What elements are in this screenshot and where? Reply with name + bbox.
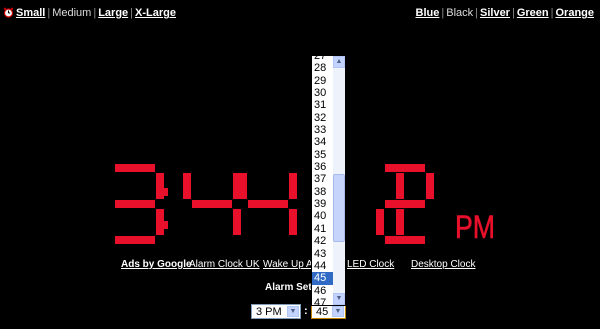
minute-option[interactable]: 29 bbox=[312, 75, 334, 87]
minute-option[interactable]: 37 bbox=[312, 173, 334, 185]
minute-option[interactable]: 33 bbox=[312, 124, 334, 136]
chevron-down-icon[interactable]: ▼ bbox=[332, 306, 344, 317]
colon-dot bbox=[160, 188, 168, 196]
scroll-thumb[interactable] bbox=[333, 174, 345, 242]
minute-option[interactable]: 44 bbox=[312, 260, 334, 272]
minute-option[interactable]: 45 bbox=[312, 272, 334, 285]
am-pm-indicator: PM bbox=[455, 209, 495, 245]
minute-option[interactable]: 40 bbox=[312, 210, 334, 222]
wake-up-link[interactable]: Wake Up Al bbox=[263, 259, 315, 270]
clock-digits bbox=[115, 164, 434, 244]
scroll-up-icon[interactable]: ▲ bbox=[333, 56, 345, 68]
minute-option[interactable]: 41 bbox=[312, 223, 334, 235]
minute-option[interactable]: 32 bbox=[312, 112, 334, 124]
desktop-clock-link[interactable]: Desktop Clock bbox=[411, 259, 475, 270]
minute-option[interactable]: 30 bbox=[312, 87, 334, 99]
alarm-clock-uk-link[interactable]: Alarm Clock UK bbox=[189, 259, 260, 270]
alarm-minute-value: 45 bbox=[316, 306, 329, 318]
minute-option[interactable]: 46 bbox=[312, 285, 334, 297]
led-clock-display: PM bbox=[115, 164, 495, 245]
minute-option[interactable]: 42 bbox=[312, 235, 334, 247]
alarm-hour-value: 3 PM bbox=[256, 306, 282, 318]
minute-option[interactable]: 43 bbox=[312, 248, 334, 260]
alarm-minute-select[interactable]: 45 ▼ bbox=[311, 304, 346, 319]
ads-by-google-label: Ads by Google bbox=[121, 259, 192, 270]
led-clock-link[interactable]: LED Clock bbox=[347, 259, 394, 270]
scroll-down-icon[interactable]: ▼ bbox=[333, 293, 345, 305]
chevron-down-icon[interactable]: ▼ bbox=[287, 306, 299, 317]
minute-options: 27 28 29 30 31 32 33 34 35 36 37 38 39 40 41 42 43 44 45 46… bbox=[312, 56, 334, 305]
alarm-hour-select[interactable]: 3 PM ▼ bbox=[251, 304, 301, 319]
minute-option[interactable]: 28 bbox=[312, 62, 334, 74]
minute-option[interactable]: 36 bbox=[312, 161, 334, 173]
alarm-colon: : bbox=[304, 305, 308, 317]
minute-option[interactable]: 31 bbox=[312, 99, 334, 111]
minute-option[interactable]: 38 bbox=[312, 186, 334, 198]
minute-option[interactable]: 35 bbox=[312, 149, 334, 161]
minute-option[interactable]: 34 bbox=[312, 136, 334, 148]
dropdown-scrollbar[interactable]: ▲ ▼ bbox=[333, 56, 345, 305]
minute-option[interactable]: 39 bbox=[312, 198, 334, 210]
alarm-settings-label: Alarm Sett bbox=[265, 282, 316, 293]
colon-dot bbox=[160, 221, 168, 229]
minute-dropdown-list[interactable]: 27 28 29 30 31 32 33 34 35 36 37 38 39 40 41 42 43 44 45 46… bbox=[311, 55, 346, 306]
minute-option[interactable]: 27 bbox=[312, 56, 334, 62]
minute-option[interactable]: 47 bbox=[312, 297, 334, 305]
